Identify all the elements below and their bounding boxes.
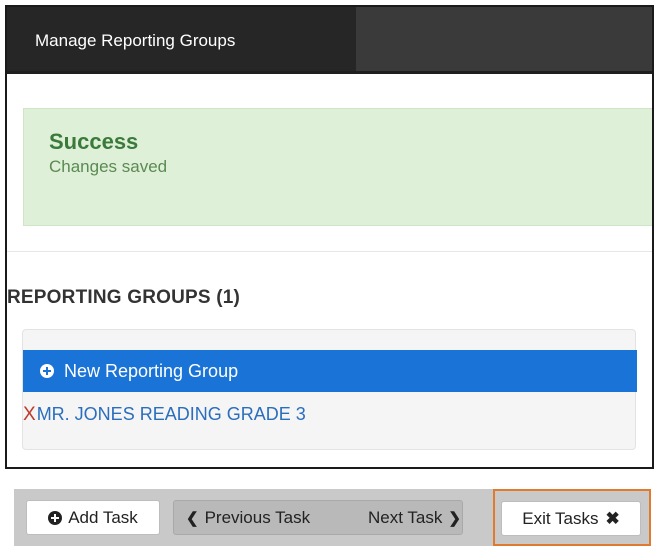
close-icon: ✖ [605, 508, 620, 528]
next-task-label: Next Task [368, 507, 443, 527]
new-reporting-group-button[interactable]: New Reporting Group [23, 350, 637, 392]
list-item: X MR. JONES READING GRADE 3 [23, 400, 306, 428]
add-task-label: Add Task [68, 507, 138, 527]
manage-reporting-groups-panel: Manage Reporting Groups Success Changes … [5, 5, 654, 469]
alert-message: Changes saved [49, 157, 168, 176]
plus-circle-icon [48, 510, 63, 525]
exit-tasks-button[interactable]: Exit Tasks ✖ [501, 501, 641, 536]
reporting-groups-heading: REPORTING GROUPS (1) [7, 287, 241, 308]
plus-circle-icon [40, 364, 54, 378]
divider [7, 251, 652, 252]
remove-group-icon[interactable]: X [23, 405, 36, 424]
new-reporting-group-label: New Reporting Group [64, 360, 239, 381]
alert-title: Success [49, 129, 139, 154]
exit-tasks-label: Exit Tasks [522, 508, 599, 528]
task-toolbar: Add Task ❮ Previous Task Next Task ❯ Exi… [14, 489, 651, 546]
success-alert: Success Changes saved [23, 108, 652, 226]
task-navigation: ❮ Previous Task Next Task ❯ [173, 500, 463, 535]
top-nav-bar: Manage Reporting Groups [7, 7, 652, 74]
previous-task-label: Previous Task [204, 507, 311, 527]
chevron-right-icon: ❯ [448, 509, 461, 527]
add-task-button[interactable]: Add Task [26, 500, 160, 535]
chevron-left-icon: ❮ [186, 509, 199, 527]
exit-tasks-highlight: Exit Tasks ✖ [493, 489, 651, 546]
reporting-group-link[interactable]: MR. JONES READING GRADE 3 [37, 404, 306, 425]
reporting-groups-list: New Reporting Group X MR. JONES READING … [22, 329, 637, 450]
previous-task-button[interactable]: ❮ Previous Task [186, 508, 310, 528]
tab-label: Manage Reporting Groups [35, 30, 236, 50]
next-task-button[interactable]: Next Task ❯ [368, 508, 461, 528]
nav-bar-divider [7, 71, 652, 74]
tab-manage-reporting-groups[interactable]: Manage Reporting Groups [7, 7, 356, 74]
